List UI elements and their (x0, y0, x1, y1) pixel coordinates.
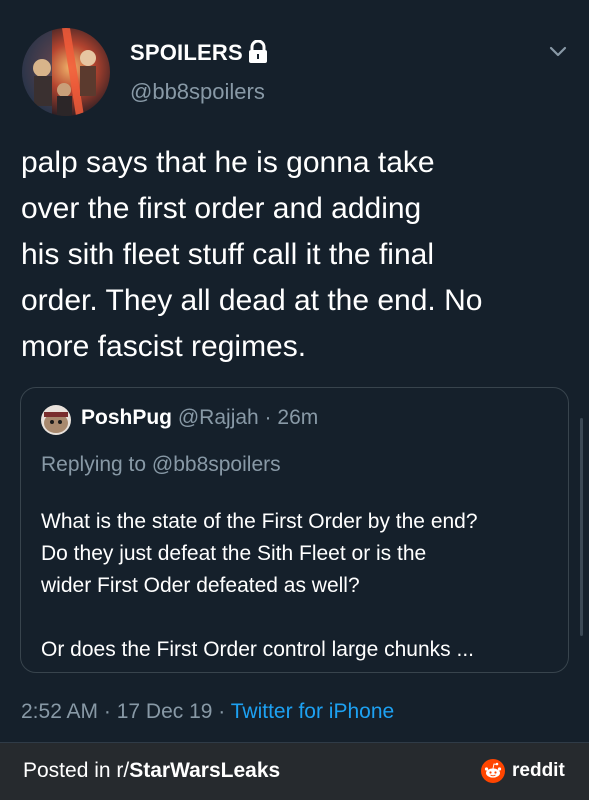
quoted-header: PoshPug @Rajjah · 26m (81, 406, 318, 430)
lock-icon (247, 39, 269, 64)
user-handle[interactable]: @bb8spoilers (130, 79, 265, 105)
tweet-meta: 2:52 AM · 17 Dec 19 · Twitter for iPhone (21, 700, 394, 724)
posted-in-prefix: Posted in r/ (23, 759, 130, 782)
quoted-tweet[interactable]: PoshPug @Rajjah · 26m Replying to @bb8sp… (20, 387, 569, 673)
tweet-source-link[interactable]: Twitter for iPhone (231, 700, 394, 723)
separator: · (258, 406, 278, 429)
quoted-avatar[interactable] (41, 405, 71, 435)
tweet: SPOILERS @bb8spoilers palp says that he … (0, 0, 589, 742)
scrollbar[interactable] (580, 418, 583, 636)
reddit-brand: reddit (512, 760, 565, 781)
separator: · (212, 700, 231, 723)
display-name[interactable]: SPOILERS (130, 40, 243, 66)
posted-in-label: Posted in r/StarWarsLeaks (23, 759, 280, 783)
quoted-time: 26m (277, 406, 319, 429)
subreddit-link[interactable]: StarWarsLeaks (129, 759, 280, 782)
quoted-name[interactable]: PoshPug (81, 406, 172, 429)
reddit-logo-icon (481, 759, 505, 783)
quoted-text: What is the state of the First Order by … (41, 510, 478, 661)
reddit-footer-bar: Posted in r/StarWarsLeaks reddit (0, 743, 589, 800)
tweet-date: 17 Dec 19 (116, 700, 213, 723)
tweet-text: palp says that he is gonna take over the… (21, 146, 483, 363)
separator: · (98, 700, 117, 723)
profile-avatar[interactable] (22, 28, 110, 116)
replying-to: Replying to @bb8spoilers (41, 453, 281, 476)
tweet-time: 2:52 AM (21, 700, 99, 723)
chevron-down-icon[interactable] (547, 40, 569, 62)
quoted-handle[interactable]: @Rajjah (178, 406, 259, 429)
